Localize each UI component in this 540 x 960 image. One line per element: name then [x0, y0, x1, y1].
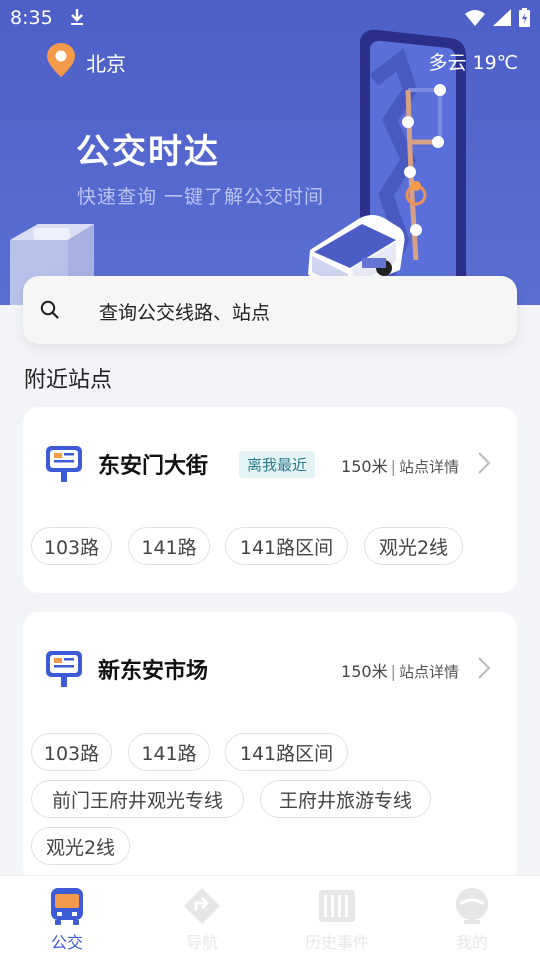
separator: | — [390, 662, 396, 681]
bus-stop-sign-icon — [45, 650, 83, 692]
search-icon — [40, 300, 60, 324]
bus-icon — [47, 886, 87, 930]
nearest-badge: 离我最近 — [239, 451, 316, 478]
signal-icon — [493, 9, 511, 30]
status-time: 8:35 — [10, 7, 53, 29]
stop-distance-row[interactable]: 150米 | 站点详情 — [341, 658, 459, 682]
header-banner: 8:35 北京 多云 19℃ 公交时达 快速查询 一键了解公交时间 — [0, 0, 540, 305]
weather-info: 多云 19℃ — [428, 52, 518, 74]
profile-icon — [452, 886, 492, 930]
route-chip[interactable]: 103路 — [31, 733, 112, 771]
history-icon — [317, 886, 357, 930]
stop-name: 新东安市场 — [98, 659, 209, 684]
location-selector[interactable]: 北京 — [46, 42, 126, 82]
battery-icon — [519, 8, 530, 31]
wifi-icon — [465, 9, 485, 30]
status-bar: 8:35 — [0, 0, 540, 36]
tab-label: 导航 — [185, 933, 218, 952]
tab-bus[interactable]: 公交 — [27, 876, 107, 960]
route-chip[interactable]: 前门王府井观光专线 — [31, 780, 244, 818]
nearby-section-title: 附近站点 — [24, 368, 113, 393]
stop-name: 东安门大街 — [98, 454, 209, 479]
stop-card[interactable]: 东安门大街 离我最近 150米 | 站点详情 103路 141路 141路区间 观光… — [23, 407, 517, 593]
route-chip[interactable]: 141路区间 — [225, 527, 348, 565]
stop-detail-link[interactable]: 站点详情 — [399, 458, 459, 476]
separator: | — [390, 457, 396, 476]
bottom-tab-bar: 公交 导航 历史事件 我的 — [0, 875, 540, 960]
tab-navigation[interactable]: 导航 — [162, 876, 242, 960]
search-bar[interactable]: 查询公交线路、站点 — [23, 276, 517, 344]
chevron-right-icon[interactable] — [477, 451, 491, 479]
route-chip[interactable]: 141路 — [128, 733, 210, 771]
tab-label: 公交 — [50, 933, 83, 952]
route-chip[interactable]: 观光2线 — [31, 827, 130, 865]
stop-distance: 150米 — [341, 662, 388, 681]
stop-distance-row[interactable]: 150米 | 站点详情 — [341, 453, 459, 477]
tab-label: 我的 — [455, 933, 488, 952]
navigation-icon — [182, 886, 222, 930]
stop-distance: 150米 — [341, 457, 388, 476]
tab-profile[interactable]: 我的 — [432, 876, 512, 960]
search-placeholder: 查询公交线路、站点 — [99, 302, 271, 324]
bus-stop-sign-icon — [45, 445, 83, 487]
city-name: 北京 — [86, 51, 126, 76]
app-subtitle: 快速查询 一键了解公交时间 — [77, 186, 325, 208]
route-chip[interactable]: 103路 — [31, 527, 112, 565]
route-chip[interactable]: 141路 — [128, 527, 210, 565]
tab-label: 历史事件 — [304, 933, 369, 952]
location-pin-icon — [46, 42, 76, 82]
stop-detail-link[interactable]: 站点详情 — [399, 663, 459, 681]
route-chip[interactable]: 141路区间 — [225, 733, 348, 771]
route-chip[interactable]: 观光2线 — [364, 527, 463, 565]
tab-history[interactable]: 历史事件 — [297, 876, 377, 960]
app-title: 公交时达 — [76, 132, 220, 172]
stop-card[interactable]: 新东安市场 150米 | 站点详情 103路 141路 141路区间 前门王府井观光… — [23, 612, 517, 882]
route-chip[interactable]: 王府井旅游专线 — [260, 780, 431, 818]
chevron-right-icon[interactable] — [477, 656, 491, 684]
download-icon — [68, 8, 86, 30]
